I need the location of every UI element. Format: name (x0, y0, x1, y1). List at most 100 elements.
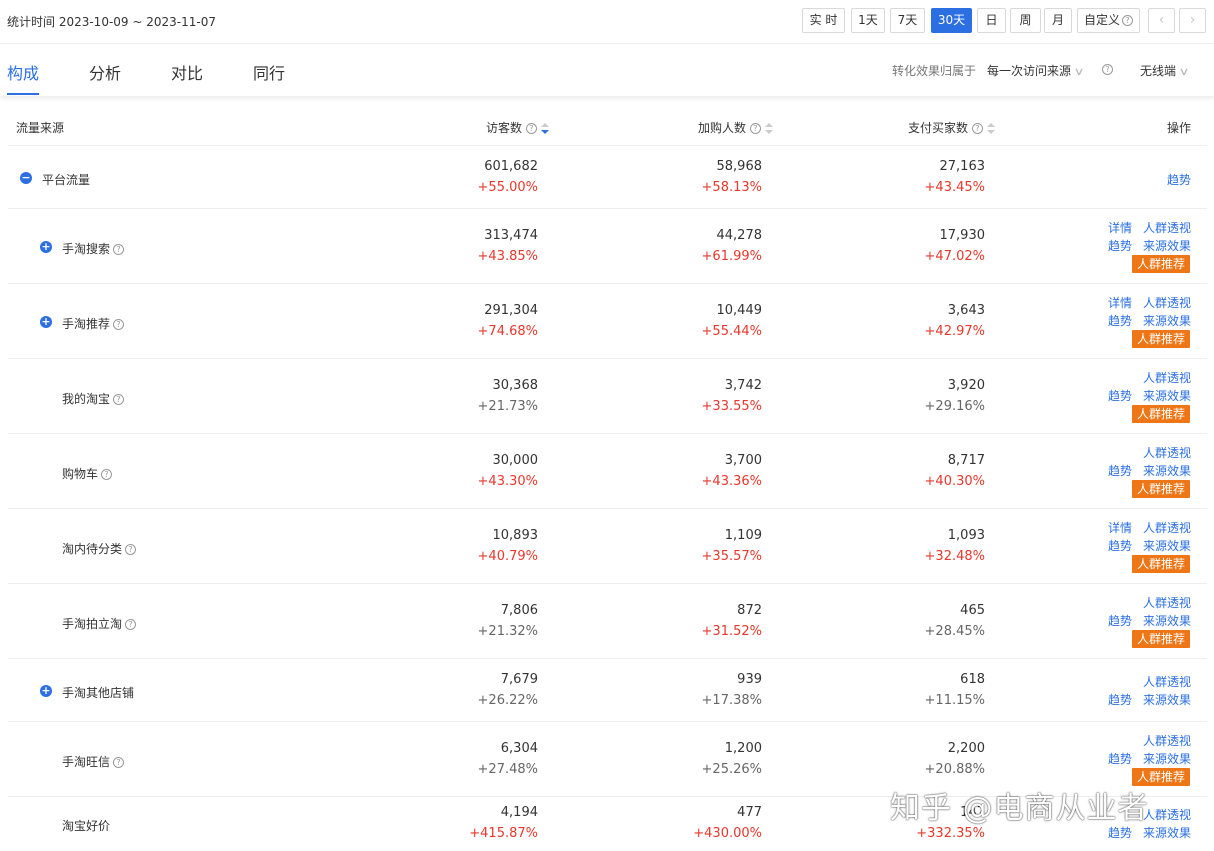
crowd-link[interactable]: 人群透视 (1143, 294, 1191, 311)
period-button[interactable]: 周 (1010, 8, 1041, 33)
row-name-label: 手淘旺信 (62, 754, 111, 769)
metric-visitors-change: +26.22% (477, 692, 538, 708)
row-name: 手淘拍立淘? (62, 615, 137, 632)
expand-icon[interactable]: + (40, 240, 52, 253)
help-icon[interactable]: ? (101, 468, 113, 480)
trend-link[interactable]: 趋势 (1108, 462, 1132, 479)
crowd-link[interactable]: 人群透视 (1143, 594, 1191, 611)
crowd-recommend-button[interactable]: 人群推荐 (1132, 554, 1191, 573)
metric-buyers: 618 (960, 671, 985, 687)
chevron-right-icon: › (1189, 12, 1196, 28)
header-buyers[interactable]: 支付买家数 ? (908, 119, 995, 136)
crowd-link[interactable]: 人群透视 (1143, 369, 1191, 386)
period-button[interactable]: 1天 (851, 8, 885, 33)
metric-buyers-change: +29.16% (924, 398, 985, 414)
source-effect-link[interactable]: 来源效果 (1143, 312, 1191, 329)
detail-link[interactable]: 详情 (1108, 519, 1132, 536)
trend-link[interactable]: 趋势 (1108, 312, 1132, 329)
help-icon[interactable]: ? (113, 243, 125, 255)
sort-icon[interactable] (764, 122, 773, 135)
metric-buyers-change: +40.30% (924, 473, 985, 489)
detail-link[interactable]: 详情 (1108, 294, 1132, 311)
period-button[interactable]: 实 时 (802, 8, 845, 33)
period-button[interactable]: 30天 (931, 8, 972, 33)
source-effect-link[interactable]: 来源效果 (1143, 750, 1191, 767)
crowd-recommend-button[interactable]: 人群推荐 (1132, 329, 1191, 348)
tab-2[interactable]: 对比 (171, 60, 203, 84)
attribution-help[interactable]: ? (1102, 62, 1113, 76)
sort-icon[interactable] (986, 122, 995, 135)
metric-buyers: 465 (960, 602, 985, 618)
attribution-value: 每一次访问来源 (987, 64, 1072, 78)
period-button[interactable]: 月 (1044, 8, 1072, 33)
crowd-link[interactable]: 人群透视 (1143, 673, 1191, 690)
device-select[interactable]: 无线端 ∨ (1140, 62, 1190, 79)
tab-0[interactable]: 构成 (7, 60, 39, 84)
period-button[interactable]: 自定义? (1077, 8, 1140, 33)
crowd-recommend-button[interactable]: 人群推荐 (1132, 479, 1191, 498)
attribution-select[interactable]: 每一次访问来源 ∨ (987, 62, 1085, 79)
period-button[interactable]: 7天 (890, 8, 925, 33)
metric-visitors: 6,304 (500, 740, 538, 756)
crowd-recommend-button[interactable]: 人群推荐 (1132, 254, 1191, 273)
metric-cart-change: +58.13% (701, 179, 762, 195)
crowd-link[interactable]: 人群透视 (1143, 519, 1191, 536)
trend-link[interactable]: 趋势 (1167, 171, 1191, 188)
trend-link[interactable]: 趋势 (1108, 387, 1132, 404)
help-icon[interactable]: ? (113, 318, 125, 330)
watermark: 知乎 @电商从业者 (890, 791, 1149, 826)
source-effect-link[interactable]: 来源效果 (1143, 612, 1191, 629)
source-effect-link[interactable]: 来源效果 (1143, 824, 1191, 841)
period-button[interactable]: 日 (977, 8, 1006, 33)
metric-cart: 477 (737, 805, 762, 820)
sort-icon[interactable] (540, 122, 549, 135)
header-source: 流量来源 (16, 121, 65, 135)
tab-1[interactable]: 分析 (89, 60, 121, 84)
table-row: 淘内待分类? 10,893 +40.79% 1,109 +35.57% 1,093 +32.… (8, 509, 1207, 584)
help-icon[interactable]: ? (113, 393, 125, 405)
collapse-icon[interactable]: − (20, 171, 32, 184)
expand-icon[interactable]: + (40, 315, 52, 328)
crowd-recommend-button[interactable]: 人群推荐 (1132, 629, 1191, 648)
trend-link[interactable]: 趋势 (1108, 691, 1132, 708)
crowd-link[interactable]: 人群透视 (1143, 219, 1191, 236)
metric-cart: 3,742 (724, 377, 762, 393)
row-name-label: 购物车 (62, 466, 99, 481)
next-page-button[interactable]: › (1179, 8, 1206, 33)
trend-link[interactable]: 趋势 (1108, 750, 1132, 767)
crowd-link[interactable]: 人群透视 (1143, 444, 1191, 461)
metric-cart: 3,700 (724, 452, 762, 468)
row-name-label: 手淘拍立淘 (62, 616, 123, 631)
expand-icon[interactable]: + (40, 684, 52, 697)
period-button-label: 自定义 (1083, 13, 1120, 27)
crowd-link[interactable]: 人群透视 (1143, 732, 1191, 749)
header-cart[interactable]: 加购人数 ? (698, 119, 773, 136)
device-value: 无线端 (1140, 64, 1177, 78)
help-icon[interactable]: ? (125, 618, 137, 630)
source-effect-link[interactable]: 来源效果 (1143, 387, 1191, 404)
prev-page-button[interactable]: ‹ (1148, 8, 1175, 33)
trend-link[interactable]: 趋势 (1108, 612, 1132, 629)
metric-visitors-change: +43.85% (477, 248, 538, 264)
source-effect-link[interactable]: 来源效果 (1143, 537, 1191, 554)
table-row: 我的淘宝? 30,368 +21.73% 3,742 +33.55% 3,920 +29.1… (8, 359, 1207, 434)
tab-3[interactable]: 同行 (253, 60, 285, 84)
trend-link[interactable]: 趋势 (1108, 237, 1132, 254)
help-icon[interactable]: ? (125, 543, 137, 555)
source-effect-link[interactable]: 来源效果 (1143, 237, 1191, 254)
source-effect-link[interactable]: 来源效果 (1143, 462, 1191, 479)
help-icon[interactable]: ? (113, 756, 125, 768)
traffic-source-page: 统计时间 2023-10-09 ~ 2023-11-07 实 时 1天 7天 30天日… (0, 0, 1214, 851)
header-visitors[interactable]: 访客数 ? (486, 119, 549, 136)
row-name: 手淘搜索? (62, 240, 125, 257)
metric-visitors: 291,304 (484, 302, 538, 318)
crowd-recommend-button[interactable]: 人群推荐 (1132, 404, 1191, 423)
detail-link[interactable]: 详情 (1108, 219, 1132, 236)
metric-buyers-change: +20.88% (924, 761, 985, 777)
metric-visitors: 7,679 (500, 671, 538, 687)
crowd-link[interactable]: 人群透视 (1143, 806, 1191, 823)
source-effect-link[interactable]: 来源效果 (1143, 691, 1191, 708)
table-row: + 手淘其他店铺 7,679 +26.22% 939 +17.38% 618 +11.15% 人… (8, 659, 1207, 722)
metric-visitors-change: +21.73% (477, 398, 538, 414)
trend-link[interactable]: 趋势 (1108, 537, 1132, 554)
